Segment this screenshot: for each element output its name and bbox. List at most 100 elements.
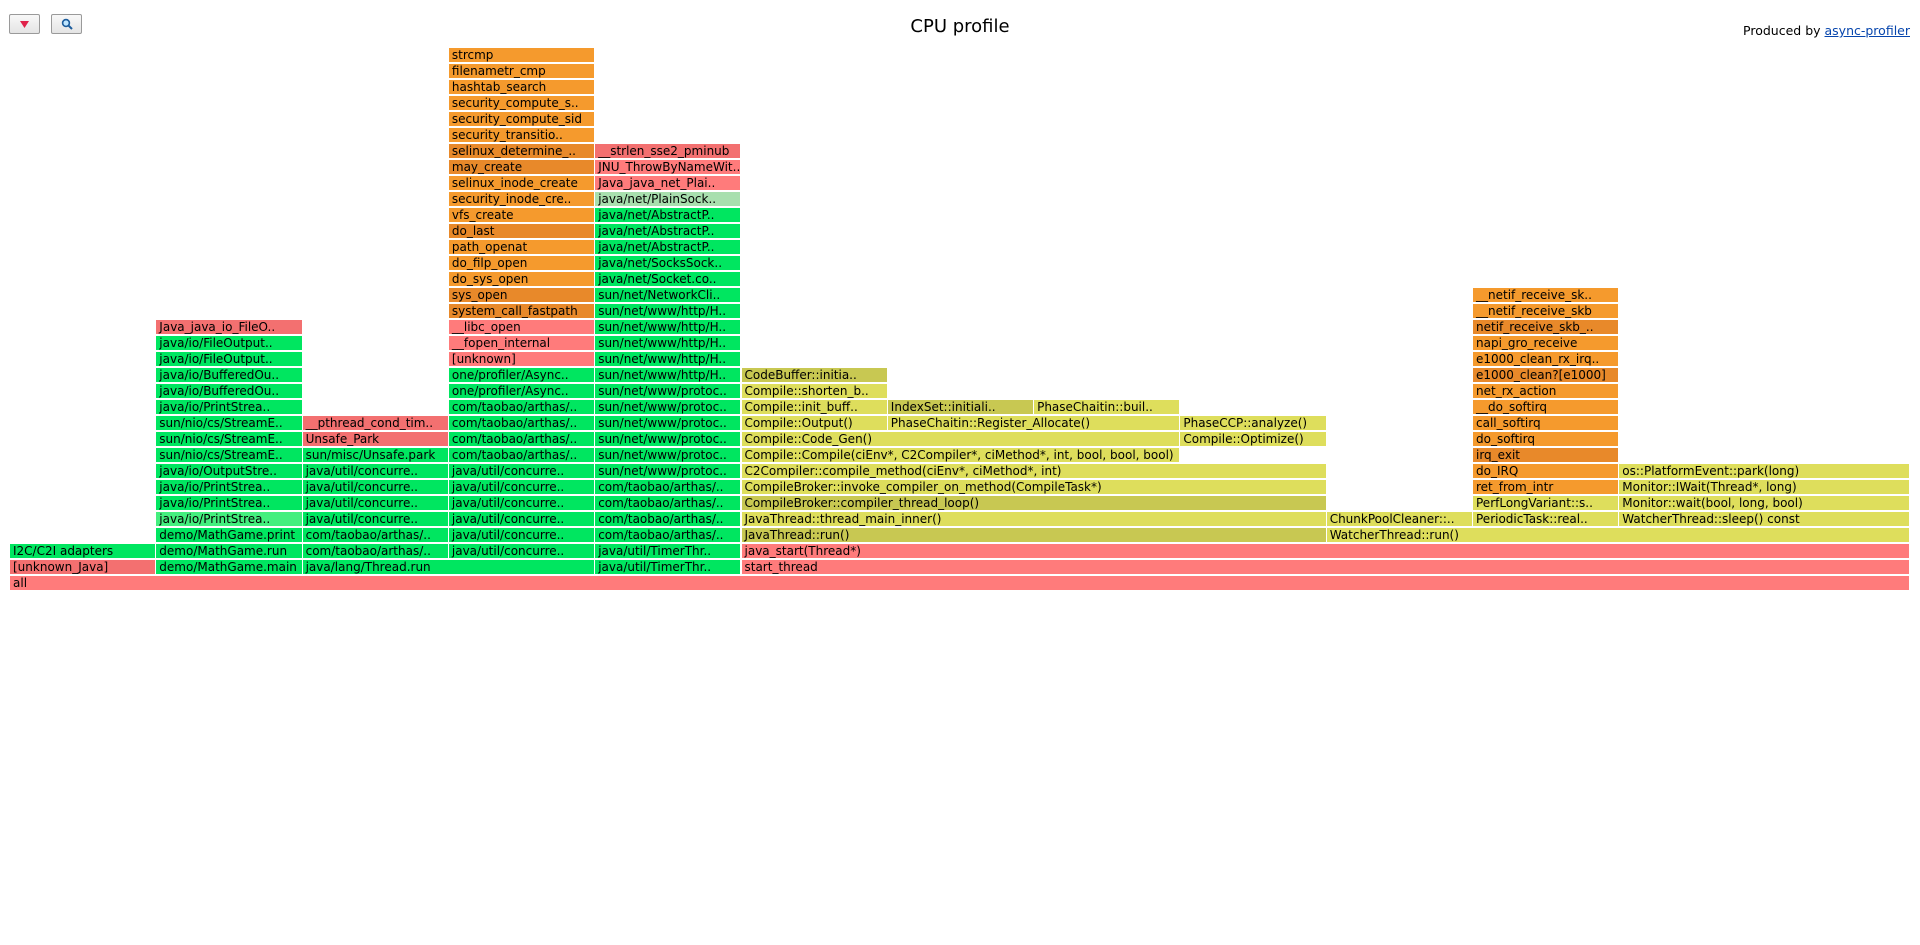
- stack-frame[interactable]: CodeBuffer::initia..: [741, 368, 888, 383]
- stack-frame[interactable]: Compile::Optimize(): [1180, 432, 1327, 447]
- stack-frame[interactable]: may_create: [448, 160, 596, 175]
- stack-frame[interactable]: Compile::init_buff..: [741, 400, 888, 415]
- stack-frame[interactable]: sun/net/www/protoc..: [595, 416, 742, 431]
- stack-frame[interactable]: system_call_fastpath: [448, 304, 596, 319]
- stack-frame[interactable]: java/io/BufferedOu..: [156, 368, 303, 383]
- stack-frame[interactable]: sun/net/www/protoc..: [595, 464, 742, 479]
- stack-frame[interactable]: Java_java_io_FileO..: [156, 320, 303, 335]
- stack-frame[interactable]: selinux_inode_create: [448, 176, 596, 191]
- stack-frame[interactable]: com/taobao/arthas/..: [302, 528, 449, 543]
- stack-frame[interactable]: ChunkPoolCleaner::..: [1326, 512, 1473, 527]
- stack-frame[interactable]: do_filp_open: [448, 256, 596, 271]
- stack-frame[interactable]: net_rx_action: [1473, 384, 1620, 399]
- stack-frame[interactable]: napi_gro_receive: [1473, 336, 1620, 351]
- stack-frame[interactable]: java/io/PrintStrea..: [156, 496, 303, 511]
- stack-frame[interactable]: java/io/BufferedOu..: [156, 384, 303, 399]
- stack-frame[interactable]: Monitor::wait(bool, long, bool): [1619, 496, 1910, 511]
- stack-frame[interactable]: e1000_clean?[e1000]: [1473, 368, 1620, 383]
- stack-frame[interactable]: start_thread: [741, 560, 1910, 575]
- stack-frame[interactable]: strcmp: [448, 48, 596, 63]
- stack-frame[interactable]: com/taobao/arthas/..: [595, 496, 742, 511]
- stack-frame[interactable]: __netif_receive_skb: [1473, 304, 1620, 319]
- stack-frame[interactable]: __pthread_cond_tim..: [302, 416, 449, 431]
- stack-frame[interactable]: ret_from_intr: [1473, 480, 1620, 495]
- stack-frame[interactable]: one/profiler/Async..: [448, 384, 596, 399]
- stack-frame[interactable]: hashtab_search: [448, 80, 596, 95]
- stack-frame[interactable]: security_inode_cre..: [448, 192, 596, 207]
- stack-frame[interactable]: do_IRQ: [1473, 464, 1620, 479]
- stack-frame[interactable]: java/net/AbstractP..: [595, 240, 742, 255]
- stack-frame[interactable]: WatcherThread::run(): [1326, 528, 1910, 543]
- stack-frame[interactable]: Unsafe_Park: [302, 432, 449, 447]
- stack-frame[interactable]: os::PlatformEvent::park(long): [1619, 464, 1910, 479]
- stack-frame[interactable]: com/taobao/arthas/..: [595, 480, 742, 495]
- stack-frame[interactable]: path_openat: [448, 240, 596, 255]
- stack-frame[interactable]: java/lang/Thread.run: [302, 560, 596, 575]
- stack-frame[interactable]: Compile::shorten_b..: [741, 384, 888, 399]
- stack-frame[interactable]: netif_receive_skb_..: [1473, 320, 1620, 335]
- stack-frame[interactable]: java/net/Socket.co..: [595, 272, 742, 287]
- stack-frame[interactable]: java/io/PrintStrea..: [156, 480, 303, 495]
- stack-frame[interactable]: java/io/FileOutput..: [156, 336, 303, 351]
- stack-frame[interactable]: java/util/TimerThr..: [595, 544, 742, 559]
- stack-frame[interactable]: irq_exit: [1473, 448, 1620, 463]
- stack-frame[interactable]: JavaThread::run(): [741, 528, 1327, 543]
- stack-frame[interactable]: sun/net/www/http/H..: [595, 352, 742, 367]
- stack-frame[interactable]: C2Compiler::compile_method(ciEnv*, ciMet…: [741, 464, 1327, 479]
- stack-frame[interactable]: Compile::Code_Gen(): [741, 432, 1181, 447]
- stack-frame[interactable]: security_transitio..: [448, 128, 596, 143]
- stack-frame[interactable]: java/util/concurre..: [302, 512, 449, 527]
- stack-frame[interactable]: PhaseChaitin::Register_Allocate(): [887, 416, 1181, 431]
- stack-frame[interactable]: sun/net/www/protoc..: [595, 448, 742, 463]
- stack-frame[interactable]: __libc_open: [448, 320, 596, 335]
- stack-frame[interactable]: Compile::Compile(ciEnv*, C2Compiler*, ci…: [741, 448, 1181, 463]
- stack-frame[interactable]: [unknown]: [448, 352, 596, 367]
- stack-frame[interactable]: java/io/FileOutput..: [156, 352, 303, 367]
- stack-frame[interactable]: com/taobao/arthas/..: [448, 416, 596, 431]
- stack-frame[interactable]: Compile::Output(): [741, 416, 888, 431]
- stack-frame[interactable]: java/util/concurre..: [448, 480, 596, 495]
- stack-frame[interactable]: vfs_create: [448, 208, 596, 223]
- stack-frame[interactable]: one/profiler/Async..: [448, 368, 596, 383]
- stack-frame[interactable]: com/taobao/arthas/..: [448, 448, 596, 463]
- stack-frame[interactable]: java/util/concurre..: [302, 464, 449, 479]
- stack-frame[interactable]: do_sys_open: [448, 272, 596, 287]
- stack-frame[interactable]: selinux_determine_..: [448, 144, 596, 159]
- stack-frame[interactable]: com/taobao/arthas/..: [302, 544, 449, 559]
- stack-frame[interactable]: JNU_ThrowByNameWit..: [595, 160, 742, 175]
- stack-frame[interactable]: java/net/AbstractP..: [595, 224, 742, 239]
- stack-frame[interactable]: sun/net/www/http/H..: [595, 336, 742, 351]
- stack-frame[interactable]: demo/MathGame.print: [156, 528, 303, 543]
- stack-frame[interactable]: java/util/TimerThr..: [595, 560, 742, 575]
- stack-frame[interactable]: IndexSet::initiali..: [887, 400, 1035, 415]
- stack-frame[interactable]: JavaThread::thread_main_inner(): [741, 512, 1327, 527]
- stack-frame[interactable]: java/util/concurre..: [448, 512, 596, 527]
- stack-frame[interactable]: demo/MathGame.main: [156, 560, 303, 575]
- stack-frame[interactable]: java/util/concurre..: [448, 544, 596, 559]
- stack-frame[interactable]: all: [10, 576, 1910, 591]
- stack-frame[interactable]: PhaseCCP::analyze(): [1180, 416, 1327, 431]
- stack-frame[interactable]: java/net/AbstractP..: [595, 208, 742, 223]
- stack-frame[interactable]: WatcherThread::sleep() const: [1619, 512, 1910, 527]
- stack-frame[interactable]: __fopen_internal: [448, 336, 596, 351]
- stack-frame[interactable]: demo/MathGame.run: [156, 544, 303, 559]
- stack-frame[interactable]: com/taobao/arthas/..: [448, 400, 596, 415]
- stack-frame[interactable]: sun/net/www/http/H..: [595, 320, 742, 335]
- stack-frame[interactable]: java/io/OutputStre..: [156, 464, 303, 479]
- stack-frame[interactable]: CompileBroker::compiler_thread_loop(): [741, 496, 1327, 511]
- stack-frame[interactable]: sun/net/www/protoc..: [595, 432, 742, 447]
- stack-frame[interactable]: [unknown_Java]: [10, 560, 157, 575]
- stack-frame[interactable]: Monitor::IWait(Thread*, long): [1619, 480, 1910, 495]
- stack-frame[interactable]: java/util/concurre..: [448, 496, 596, 511]
- stack-frame[interactable]: CompileBroker::invoke_compiler_on_method…: [741, 480, 1327, 495]
- stack-frame[interactable]: java_start(Thread*): [741, 544, 1910, 559]
- stack-frame[interactable]: sun/nio/cs/StreamE..: [156, 432, 303, 447]
- stack-frame[interactable]: e1000_clean_rx_irq..: [1473, 352, 1620, 367]
- stack-frame[interactable]: sun/net/www/protoc..: [595, 400, 742, 415]
- stack-frame[interactable]: java/io/PrintStrea..: [156, 512, 303, 527]
- stack-frame[interactable]: call_softirq: [1473, 416, 1620, 431]
- stack-frame[interactable]: do_last: [448, 224, 596, 239]
- stack-frame[interactable]: com/taobao/arthas/..: [595, 512, 742, 527]
- stack-frame[interactable]: java/util/concurre..: [448, 464, 596, 479]
- stack-frame[interactable]: sun/nio/cs/StreamE..: [156, 448, 303, 463]
